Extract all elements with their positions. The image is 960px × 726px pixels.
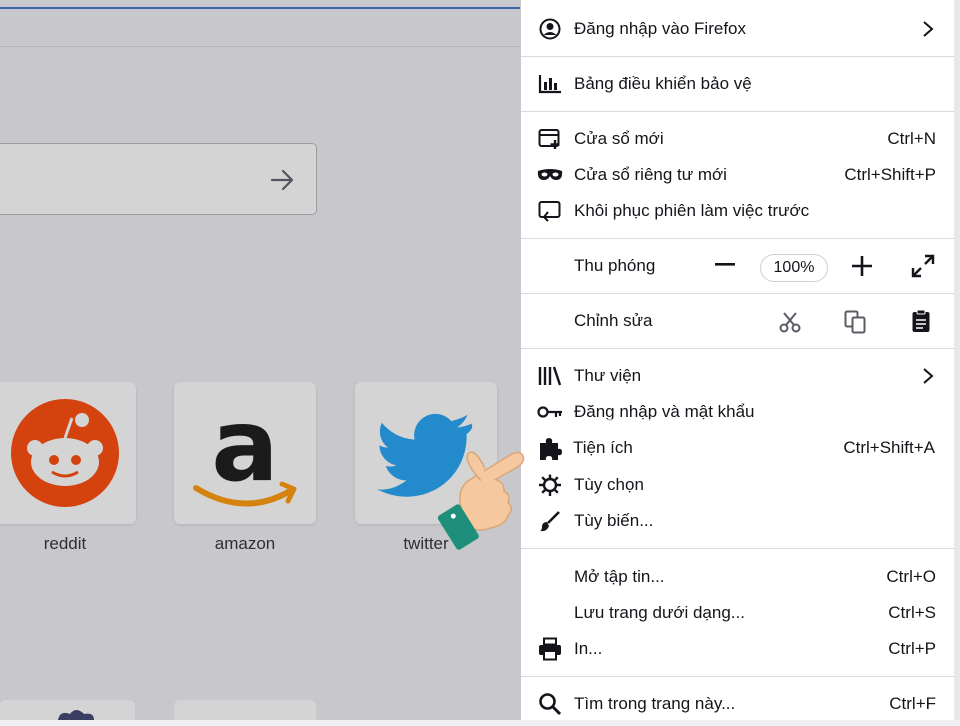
menu-item-private-window[interactable]: Cửa sổ riêng tư mới Ctrl+Shift+P — [521, 157, 954, 193]
menu-item-customize[interactable]: Tùy biến... — [521, 503, 954, 539]
gear-icon — [537, 473, 563, 497]
menu-label-new-window: Cửa sổ mới — [574, 129, 664, 148]
shortcut-save-page: Ctrl+S — [888, 603, 936, 622]
copy-icon[interactable] — [844, 310, 866, 334]
menu-label-zoom: Thu phóng — [574, 256, 656, 275]
printer-icon — [537, 637, 563, 661]
new-window-icon — [537, 127, 563, 151]
shortcut-addons: Ctrl+Shift+A — [843, 438, 935, 457]
shortcut-print: Ctrl+P — [888, 639, 936, 658]
zoom-in-button[interactable] — [850, 254, 874, 278]
shortcut-open-file: Ctrl+O — [886, 567, 936, 586]
cut-icon[interactable] — [779, 311, 801, 333]
chevron-right-icon — [923, 21, 934, 37]
menu-label-library: Thư viện — [574, 366, 642, 385]
shortcut-find: Ctrl+F — [889, 694, 936, 713]
firefox-app-menu: Đăng nhập vào Firefox Bảng điều khiển bả… — [520, 0, 955, 720]
menu-label-print: In... — [574, 639, 603, 658]
menu-label-logins: Đăng nhập và mật khẩu — [574, 402, 755, 421]
menu-item-zoom: Thu phóng 100% — [521, 248, 954, 284]
mask-icon — [537, 163, 563, 187]
menu-item-addons[interactable]: Tiện ích Ctrl+Shift+A — [523, 421, 947, 473]
menu-label-edit: Chỉnh sửa — [574, 311, 653, 330]
menu-item-restore-session[interactable]: Khôi phục phiên làm việc trước — [521, 193, 954, 229]
chart-icon — [537, 72, 563, 96]
menu-label-private-window: Cửa sổ riêng tư mới — [574, 165, 727, 184]
menu-separator — [521, 548, 954, 549]
menu-label-options: Tùy chọn — [574, 475, 644, 494]
menu-label-restore-session: Khôi phục phiên làm việc trước — [574, 201, 810, 220]
minus-icon — [715, 263, 735, 266]
restore-icon — [537, 199, 563, 223]
window-edge — [954, 0, 960, 720]
puzzle-icon — [537, 435, 563, 465]
paste-icon[interactable] — [911, 309, 931, 333]
menu-separator — [521, 293, 954, 294]
brush-icon — [537, 509, 563, 533]
zoom-out-button[interactable] — [714, 252, 736, 278]
menu-separator — [521, 676, 954, 677]
pointing-hand-icon — [437, 451, 525, 550]
menu-separator — [521, 348, 954, 349]
chevron-right-icon — [923, 368, 934, 384]
menu-separator — [521, 56, 954, 57]
menu-label-find: Tìm trong trang này... — [574, 694, 736, 713]
menu-label-protections: Bảng điều khiển bảo vệ — [574, 74, 752, 93]
menu-label-open-file: Mở tập tin... — [574, 567, 665, 586]
menu-separator — [521, 238, 954, 239]
menu-label-addons: Tiện ích — [573, 438, 633, 457]
account-icon — [537, 17, 563, 41]
search-icon — [537, 692, 563, 716]
menu-item-save-page[interactable]: Lưu trang dưới dạng... Ctrl+S — [521, 595, 954, 631]
menu-separator — [521, 111, 954, 112]
fullscreen-icon — [911, 254, 935, 278]
menu-item-protections[interactable]: Bảng điều khiển bảo vệ — [521, 66, 954, 102]
menu-item-signin[interactable]: Đăng nhập vào Firefox — [521, 11, 954, 47]
menu-item-find[interactable]: Tìm trong trang này... Ctrl+F — [521, 686, 954, 722]
library-icon — [537, 364, 563, 388]
plus-icon — [852, 256, 872, 276]
shortcut-private-window: Ctrl+Shift+P — [844, 165, 936, 184]
zoom-reset-button[interactable]: 100% — [760, 254, 828, 282]
menu-label-customize: Tùy biến... — [574, 511, 654, 530]
fullscreen-button[interactable] — [911, 254, 935, 278]
menu-label-save-page: Lưu trang dưới dạng... — [574, 603, 745, 622]
menu-item-print[interactable]: In... Ctrl+P — [521, 631, 954, 667]
menu-item-new-window[interactable]: Cửa sổ mới Ctrl+N — [521, 121, 954, 157]
menu-label-signin: Đăng nhập vào Firefox — [574, 19, 746, 38]
menu-item-edit: Chỉnh sửa — [521, 303, 954, 339]
menu-item-open-file[interactable]: Mở tập tin... Ctrl+O — [521, 559, 954, 595]
shortcut-new-window: Ctrl+N — [887, 129, 936, 148]
menu-item-library[interactable]: Thư viện — [521, 358, 954, 394]
